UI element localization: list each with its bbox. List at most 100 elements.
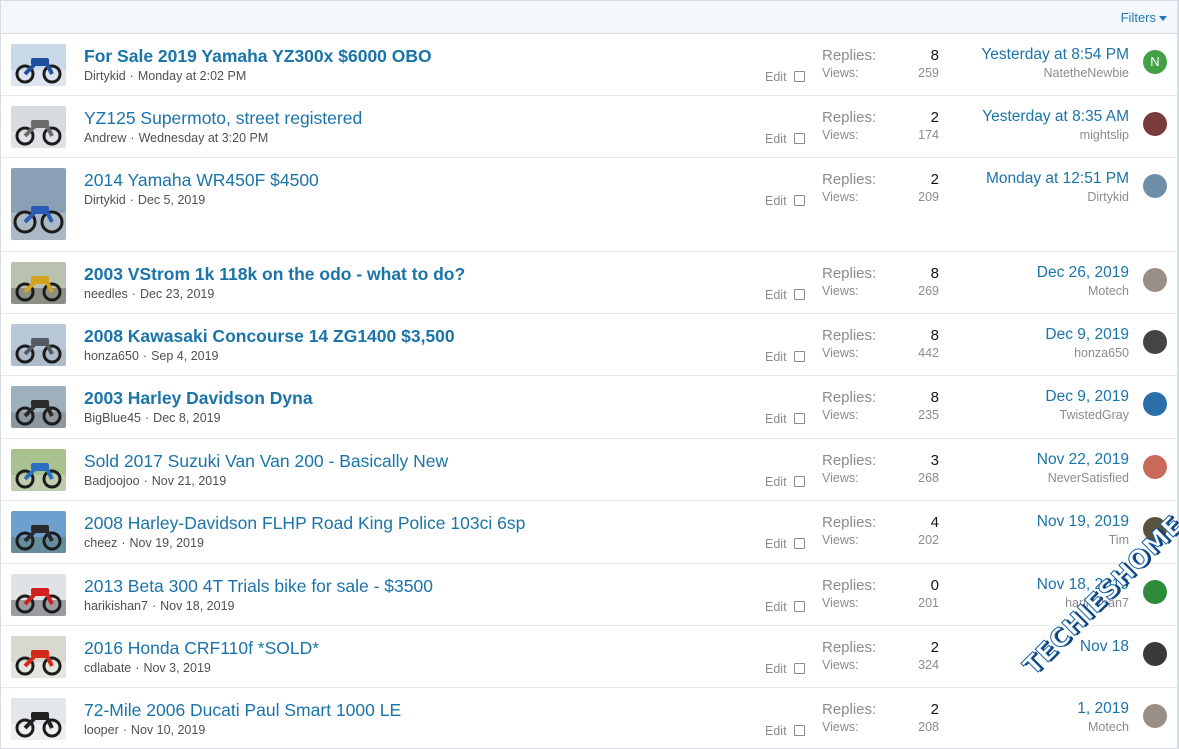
edit-link[interactable]: Edit [765,662,787,676]
select-checkbox[interactable] [794,289,805,300]
thread-author[interactable]: Dirtykid [84,69,126,83]
avatar[interactable] [1143,330,1167,354]
thread-title[interactable]: 72-Mile 2006 Ducati Paul Smart 1000 LE [84,700,401,721]
thread-start-date[interactable]: Nov 18, 2019 [160,599,234,613]
edit-link[interactable]: Edit [765,70,787,84]
select-checkbox[interactable] [794,195,805,206]
avatar[interactable]: N [1143,50,1167,74]
last-post-date[interactable]: Dec 9, 2019 [1045,388,1129,406]
edit-link[interactable]: Edit [765,350,787,364]
thread-author[interactable]: needles [84,287,128,301]
thread-start-date[interactable]: Dec 8, 2019 [153,411,220,425]
avatar[interactable] [1143,174,1167,198]
thread-start-date[interactable]: Nov 3, 2019 [143,661,210,675]
last-post-date[interactable]: Nov 22, 2019 [1037,451,1129,469]
thread-title[interactable]: For Sale 2019 Yamaha YZ300x $6000 OBO [84,46,432,67]
select-checkbox[interactable] [794,413,805,424]
thread-start-date[interactable]: Monday at 2:02 PM [138,69,246,83]
last-post-date[interactable]: Monday at 12:51 PM [986,170,1129,188]
dirtbike-icon[interactable] [11,168,66,240]
edit-link[interactable]: Edit [765,412,787,426]
thread-title[interactable]: 2014 Yamaha WR450F $4500 [84,170,319,191]
select-checkbox[interactable] [794,725,805,736]
thread-author[interactable]: Badjoojoo [84,474,140,488]
thread-author[interactable]: cheez [84,536,117,550]
adventure-bike-icon[interactable] [11,262,66,304]
thread-row: 2003 Harley Davidson Dyna BigBlue45 · Dec … [1,376,1177,439]
cruiser-icon[interactable] [11,386,66,428]
edit-link[interactable]: Edit [765,288,787,302]
edit-link[interactable]: Edit [765,724,787,738]
avatar[interactable] [1143,112,1167,136]
last-post-date[interactable]: Nov 19, 2019 [1037,513,1129,531]
thread-start-date[interactable]: Dec 5, 2019 [138,193,205,207]
thread-title[interactable]: 2008 Kawasaki Concourse 14 ZG1400 $3,500 [84,326,455,347]
thread-title[interactable]: 2008 Harley-Davidson FLHP Road King Poli… [84,513,525,534]
thread-start-date[interactable]: Sep 4, 2019 [151,349,218,363]
select-checkbox[interactable] [794,71,805,82]
thread-start-date[interactable]: Dec 23, 2019 [140,287,214,301]
select-checkbox[interactable] [794,663,805,674]
last-post-date[interactable]: 1, 2019 [1077,700,1129,718]
last-post-user[interactable]: honza650 [1074,346,1129,360]
vanvan-icon[interactable] [11,449,66,491]
select-checkbox[interactable] [794,351,805,362]
last-post-user[interactable]: NeverSatisfied [1048,471,1129,485]
last-post-user[interactable]: Motech [1088,720,1129,734]
thread-author[interactable]: BigBlue45 [84,411,141,425]
avatar[interactable] [1143,268,1167,292]
thread-title[interactable]: 2003 Harley Davidson Dyna [84,388,313,409]
select-checkbox[interactable] [794,476,805,487]
dirtbike-blue-icon[interactable] [11,44,66,86]
last-post-user[interactable]: Dirtykid [1087,190,1129,204]
thread-title[interactable]: 2013 Beta 300 4T Trials bike for sale - … [84,576,433,597]
thread-start-date[interactable]: Nov 21, 2019 [152,474,226,488]
thread-author[interactable]: honza650 [84,349,139,363]
touring-bike-icon[interactable] [11,324,66,366]
views-label: Views: [822,408,859,422]
edit-link[interactable]: Edit [765,475,787,489]
trials-bike-icon[interactable] [11,574,66,616]
thread-author[interactable]: Andrew [84,131,126,145]
thread-author[interactable]: looper [84,723,119,737]
last-post-date[interactable]: Yesterday at 8:54 PM [981,46,1129,64]
meta-separator: · [129,69,134,83]
thread-start-date[interactable]: Nov 10, 2019 [131,723,205,737]
last-post-user[interactable]: Motech [1088,284,1129,298]
last-post-date[interactable]: Dec 9, 2019 [1045,326,1129,344]
avatar[interactable] [1143,642,1167,666]
thread-author[interactable]: harikishan7 [84,599,148,613]
supermoto-icon[interactable] [11,106,66,148]
filters-dropdown[interactable]: Filters [1121,10,1167,25]
views-count: 268 [918,471,939,485]
ducati-icon[interactable] [11,698,66,740]
last-post-date[interactable]: Dec 26, 2019 [1037,264,1129,282]
last-post-user[interactable]: mightslip [1080,128,1129,142]
views-label: Views: [822,471,859,485]
thread-start-date[interactable]: Nov 19, 2019 [130,536,204,550]
avatar[interactable] [1143,704,1167,728]
thread-author[interactable]: Dirtykid [84,193,126,207]
select-checkbox[interactable] [794,133,805,144]
thread-title[interactable]: Sold 2017 Suzuki Van Van 200 - Basically… [84,451,448,472]
avatar[interactable] [1143,392,1167,416]
last-post-user[interactable]: Tim [1109,533,1129,547]
thread-title[interactable]: 2003 VStrom 1k 118k on the odo - what to… [84,264,465,285]
pitbike-icon[interactable] [11,636,66,678]
edit-link[interactable]: Edit [765,132,787,146]
thread-author[interactable]: cdlabate [84,661,131,675]
edit-link[interactable]: Edit [765,194,787,208]
road-king-icon[interactable] [11,511,66,553]
last-post-user[interactable]: TwistedGray [1060,408,1129,422]
last-post-user[interactable]: NatetheNewbie [1044,66,1129,80]
select-checkbox[interactable] [794,538,805,549]
select-checkbox[interactable] [794,601,805,612]
thread-title[interactable]: YZ125 Supermoto, street registered [84,108,362,129]
thread-row: For Sale 2019 Yamaha YZ300x $6000 OBO Di… [1,34,1177,96]
thread-title[interactable]: 2016 Honda CRF110f *SOLD* [84,638,319,659]
edit-link[interactable]: Edit [765,600,787,614]
edit-link[interactable]: Edit [765,537,787,551]
last-post-date[interactable]: Yesterday at 8:35 AM [982,108,1129,126]
avatar[interactable] [1143,455,1167,479]
thread-start-date[interactable]: Wednesday at 3:20 PM [139,131,269,145]
